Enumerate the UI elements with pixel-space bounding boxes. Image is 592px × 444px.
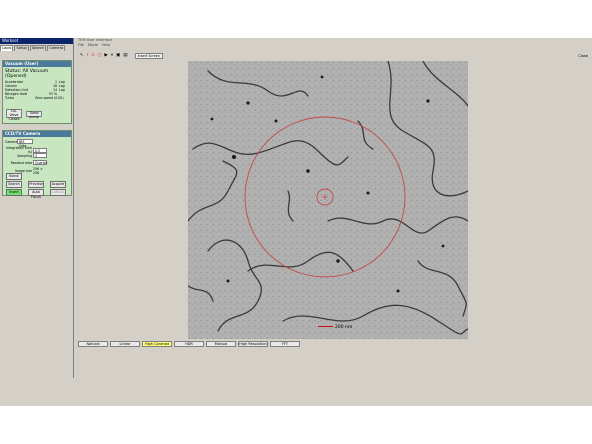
tab-setup[interactable]: Setup [14,45,29,51]
scale-bar: 200 nm [318,325,352,330]
filter-linear-button[interactable]: Linear [110,340,140,347]
filter-button-row: Natural Linear High Contrast HDR Manual … [76,340,592,347]
play-icon[interactable]: ▶ [104,53,107,59]
integration-input[interactable]: 0.5 [33,147,47,153]
camera-header: CCD/TV Camera [3,131,71,137]
vacuum-panel: Vacuum (User) Status: All Vacuum (Opened… [2,60,72,124]
insert-screen-button[interactable]: Insert Screen [134,52,164,60]
tab-lapis[interactable]: Lapis [0,45,14,51]
main-menu-bar: File Mode Help [76,43,592,48]
filter-natural-button[interactable]: Natural [78,340,108,347]
cancel-button[interactable]: CANCEL [50,189,66,196]
workset-tabs: Lapis Setup Search Camera [0,44,73,51]
vacuum-row-name: Turbo [5,96,14,100]
pointer-icon[interactable]: ↖ [80,53,84,59]
circle-tool-icon[interactable]: ○ [97,53,101,59]
menu-file[interactable]: File [78,43,84,48]
readout-row: Readout area Quarter [5,160,47,165]
readout-select[interactable]: Quarter [33,160,47,165]
blank-button[interactable]: Blank [6,173,22,180]
scale-bar-line [318,325,333,328]
filter-fft-button[interactable]: FFT [270,340,300,347]
tab-search[interactable]: Search [29,45,47,51]
tab-camera[interactable]: Camera [47,45,66,51]
desktop: Workset Lapis Setup Search Camera Vacuum… [0,38,592,406]
line-tool-icon[interactable]: ∕ [87,53,89,59]
filter-manual-button[interactable]: Manual [206,340,236,347]
rectangle-tool-icon[interactable]: ▫ [91,53,94,59]
camera-label: Camera [5,139,18,144]
camera-panel: CCD/TV Camera Camera BM-Ceta Integration… [2,130,72,199]
image-size-value: 256 × 256 [33,167,43,175]
sampling-select[interactable]: 4 [33,153,47,158]
acquire-button[interactable]: Acquire [50,181,66,188]
menu-help[interactable]: Help [102,43,110,48]
main-toolbar: ↖ ∕ ▫ ○ ▶ ⏸ ▣ ▤ Insert Screen [76,52,592,60]
search-button[interactable]: Search [6,181,22,188]
filter-high-contrast-button[interactable]: High Contrast [142,340,172,347]
col-valve-button[interactable]: Col. Valve Closed [6,109,22,120]
vacuum-status: Status: All Vacuum (Opened) [5,69,49,79]
save-icon[interactable]: ▤ [123,53,127,59]
preview-button[interactable]: Preview [28,181,44,188]
vacuum-row-value: Zero speed (0.00) [35,96,64,100]
auto-focus-button[interactable]: Auto Focus [28,189,44,199]
camera-select-row: Camera BM-Ceta [5,139,33,148]
scale-bar-label: 200 nm [335,325,353,330]
tem-main-window: TEM User Interface File Mode Help ↖ ∕ ▫ … [76,38,592,378]
pause-icon[interactable]: ⏸ [111,53,113,59]
sampling-row: Sampling 4 [5,153,47,158]
vacuum-row: Turbo Zero speed (0.00) [3,96,71,100]
camera-icon[interactable]: ▣ [116,53,120,59]
micrograph-view[interactable]: 200 nm [188,61,468,339]
filter-high-resolution-button[interactable]: High Resolution [238,340,268,347]
menu-mode[interactable]: Mode [88,43,98,48]
close-button[interactable]: Close [578,53,588,59]
filter-hdr-button[interactable]: HDR [174,340,204,347]
turbo-pump-button[interactable]: Turbo pump [26,111,42,119]
insert-button[interactable]: Insert [6,189,22,196]
camera-select[interactable]: BM-Ceta [17,139,33,148]
micrograph-image [188,61,468,339]
sampling-label: Sampling [17,153,32,158]
workset-panel: Workset Lapis Setup Search Camera Vacuum… [0,38,74,378]
readout-label: Readout area [10,160,32,165]
